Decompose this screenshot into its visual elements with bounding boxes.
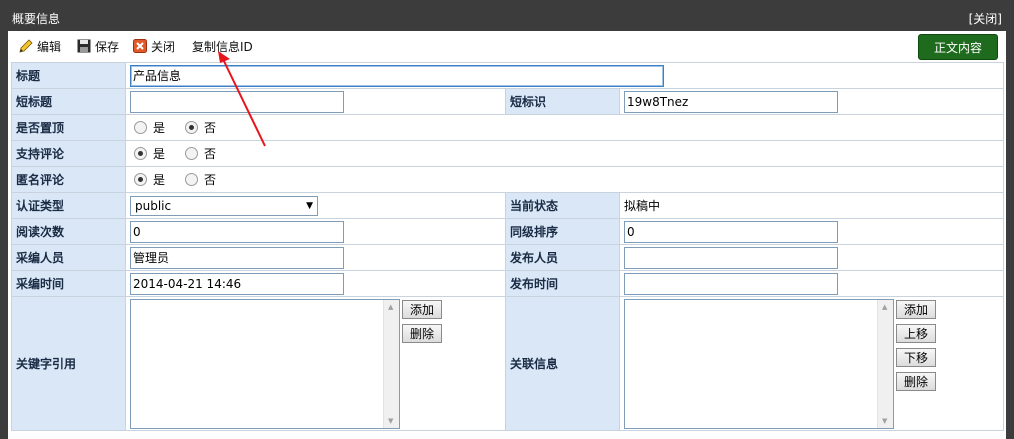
auth-type-value: public (135, 198, 172, 213)
floppy-icon (76, 39, 91, 54)
keywords-delete-button[interactable]: 删除 (402, 323, 442, 343)
row-allow-comment: 支持评论 是 否 (11, 140, 1004, 167)
close-button[interactable]: 关闭 (132, 38, 175, 54)
row-pinned: 是否置顶 是 否 (11, 114, 1004, 141)
allow-comment-label: 支持评论 (11, 140, 126, 167)
pinned-yes-label: 是 (153, 121, 166, 135)
anonymous-comment-yes-label: 是 (153, 173, 166, 187)
pinned-label: 是否置顶 (11, 114, 126, 141)
keywords-scrollbar[interactable]: ▲ ▼ (383, 299, 399, 428)
related-scrollbar[interactable]: ▲ ▼ (877, 299, 893, 428)
pinned-no-radio[interactable] (185, 121, 199, 134)
pencil-icon (18, 38, 33, 54)
row-counts: 阅读次数 同级排序 (11, 218, 1004, 245)
scroll-up-icon[interactable]: ▲ (882, 303, 887, 311)
scroll-up-icon[interactable]: ▲ (388, 303, 393, 311)
pinned-yes-radio[interactable] (134, 121, 147, 134)
related-delete-button[interactable]: 删除 (896, 371, 936, 391)
copy-id-label: 复制信息ID (192, 39, 253, 54)
summary-form: 标题 短标题 短标识 是否置顶 是 否 (11, 62, 1004, 431)
close-label: 关闭 (151, 39, 176, 54)
title-label: 标题 (11, 62, 126, 89)
edit-time-input[interactable] (130, 272, 344, 295)
allow-comment-yes-radio[interactable] (134, 147, 147, 160)
row-title: 标题 (11, 62, 1004, 89)
publisher-input[interactable] (624, 246, 838, 269)
row-times: 采编时间 发布时间 (11, 270, 1004, 297)
edit-label: 编辑 (37, 39, 62, 54)
publish-time-label: 发布时间 (505, 270, 620, 297)
edit-time-label: 采编时间 (11, 270, 126, 297)
short-id-label: 短标识 (505, 88, 620, 115)
scroll-down-icon[interactable]: ▼ (882, 417, 887, 425)
window-title: 概要信息 (12, 12, 61, 26)
status-label: 当前状态 (505, 192, 620, 219)
anonymous-comment-yes-radio[interactable] (134, 173, 147, 186)
related-listbox[interactable]: ▲ ▼ (624, 298, 894, 429)
related-move-down-button[interactable]: 下移 (896, 347, 936, 367)
edit-button[interactable]: 编辑 (18, 38, 61, 54)
pinned-radio-group: 是 否 (130, 119, 999, 136)
editor-input[interactable] (130, 246, 344, 269)
short-title-label: 短标题 (11, 88, 126, 115)
window-frame: 概要信息 [关闭] 编辑 保存 关闭 复制信息ID 正文内容 标题 产品信息 短… (0, 0, 1014, 439)
short-title-input[interactable] (130, 90, 344, 113)
related-label: 关联信息 (505, 296, 620, 431)
pinned-no-label: 否 (204, 121, 217, 135)
auth-type-label: 认证类型 (11, 192, 126, 219)
publish-time-input[interactable] (624, 272, 838, 295)
body-content-button[interactable]: 正文内容 (918, 34, 998, 60)
editor-label: 采编人员 (11, 244, 126, 271)
allow-comment-no-radio[interactable] (185, 147, 199, 160)
title-input[interactable] (130, 64, 664, 87)
anonymous-comment-no-label: 否 (204, 173, 217, 187)
save-label: 保存 (95, 39, 120, 54)
row-lists: 关键字引用 ▲ ▼ 添加 删除 关联信息 ▲ ▼ 添加 上移 下移 删除 (11, 296, 1004, 431)
keywords-label: 关键字引用 (11, 296, 126, 431)
related-add-button[interactable]: 添加 (896, 299, 936, 319)
toolbar: 编辑 保存 关闭 复制信息ID 正文内容 (8, 31, 1006, 61)
save-button[interactable]: 保存 (76, 38, 119, 54)
row-people: 采编人员 发布人员 (11, 244, 1004, 271)
content-panel: 编辑 保存 关闭 复制信息ID 正文内容 标题 产品信息 短标题 短标识 19w… (8, 31, 1006, 439)
sibling-order-input[interactable] (624, 220, 838, 243)
row-short: 短标题 短标识 (11, 88, 1004, 115)
close-icon (132, 39, 147, 54)
row-auth: 认证类型 public ▼ 当前状态 拟稿中 (11, 192, 1004, 219)
anonymous-comment-no-radio[interactable] (185, 173, 199, 186)
read-count-input[interactable] (130, 220, 344, 243)
scroll-down-icon[interactable]: ▼ (388, 417, 393, 425)
publisher-label: 发布人员 (505, 244, 620, 271)
read-count-label: 阅读次数 (11, 218, 126, 245)
related-move-up-button[interactable]: 上移 (896, 323, 936, 343)
keywords-listbox[interactable]: ▲ ▼ (130, 298, 400, 429)
title-bar: 概要信息 [关闭] (0, 0, 1014, 30)
auth-type-select[interactable]: public ▼ (130, 195, 318, 216)
status-value: 拟稿中 (624, 199, 661, 213)
allow-comment-radio-group: 是 否 (130, 145, 999, 162)
anonymous-comment-label: 匿名评论 (11, 166, 126, 193)
short-id-input[interactable] (624, 90, 838, 113)
row-anonymous-comment: 匿名评论 是 否 (11, 166, 1004, 193)
anonymous-comment-radio-group: 是 否 (130, 171, 999, 188)
keywords-add-button[interactable]: 添加 (402, 299, 442, 319)
allow-comment-yes-label: 是 (153, 147, 166, 161)
dropdown-arrow-icon: ▼ (306, 200, 313, 211)
copy-id-button[interactable]: 复制信息ID (192, 38, 253, 54)
sibling-order-label: 同级排序 (505, 218, 620, 245)
allow-comment-no-label: 否 (204, 147, 217, 161)
window-close-link[interactable]: [关闭] (969, 10, 1002, 27)
